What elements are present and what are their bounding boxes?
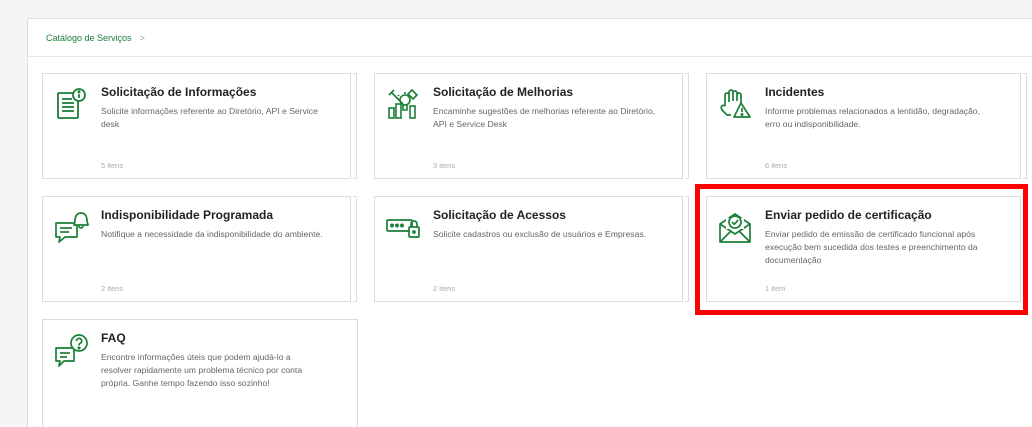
card-title: Solicitação de Acessos xyxy=(433,208,566,222)
card-item-count: 6 itens xyxy=(765,161,788,170)
card-faq[interactable]: FAQ Encontre informações úteis que podem… xyxy=(42,319,358,427)
card-title: Indisponibilidade Programada xyxy=(101,208,274,222)
card-incidentes[interactable]: Incidentes Informe problemas relacionado… xyxy=(706,73,1027,179)
chat-bell-icon xyxy=(55,212,89,243)
card-description: Encontre informações úteis que podem aju… xyxy=(101,352,303,388)
card-item-count: 2 itens xyxy=(101,284,124,293)
card-item-count: 5 itens xyxy=(101,161,124,170)
card-enviar-pedido-certificacao[interactable]: Enviar pedido de certificação Enviar ped… xyxy=(706,196,1027,302)
breadcrumb-separator: > xyxy=(139,32,145,43)
card-solicitacao-melhorias[interactable]: Solicitação de Melhorias Encaminhe suges… xyxy=(374,73,689,179)
card-item-count: 1 item xyxy=(765,284,786,293)
breadcrumb-catalog-link[interactable]: Catálogo de Serviços xyxy=(46,33,132,43)
card-title: Solicitação de Informações xyxy=(101,85,257,99)
card-description: Informe problemas relacionados a lentidã… xyxy=(765,106,980,129)
card-indisponibilidade-programada[interactable]: Indisponibilidade Programada Notifique a… xyxy=(42,196,357,302)
hand-warning-icon xyxy=(720,89,751,118)
tools-lightbulb-icon xyxy=(388,88,419,119)
envelope-check-icon xyxy=(719,213,751,243)
card-description: Solicite cadastros ou exclusão de usuári… xyxy=(433,229,647,239)
card-description: Encaminhe sugestões de melhorias referen… xyxy=(433,106,656,129)
card-solicitacao-acessos[interactable]: Solicitação de Acessos Solicite cadastro… xyxy=(374,196,689,302)
document-info-icon xyxy=(57,88,86,119)
card-title: Enviar pedido de certificação xyxy=(765,208,932,222)
card-item-count: 3 itens xyxy=(433,161,456,170)
breadcrumb: Catálogo de Serviços > xyxy=(28,19,1032,57)
card-title: FAQ xyxy=(101,331,126,345)
password-lock-icon xyxy=(386,219,420,238)
card-solicitacao-informacoes[interactable]: Solicitação de Informações Solicite info… xyxy=(42,73,357,179)
card-description: Notifique a necessidade da indisponibili… xyxy=(101,229,323,239)
card-description: Enviar pedido de emissão de certificado … xyxy=(765,229,978,265)
card-description: Solicite informações referente ao Diretó… xyxy=(101,106,318,129)
card-item-count: 2 itens xyxy=(433,284,456,293)
chat-question-icon xyxy=(55,334,88,367)
card-title: Solicitação de Melhorias xyxy=(433,85,574,99)
card-title: Incidentes xyxy=(765,85,825,99)
